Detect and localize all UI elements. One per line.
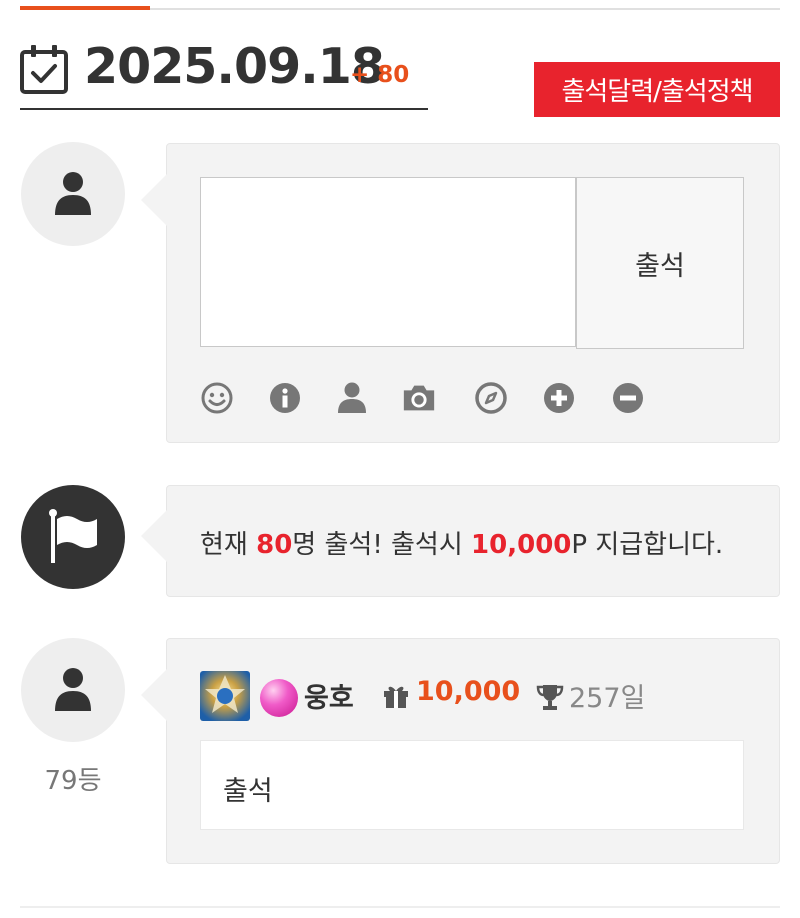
notice-prefix: 현재 (200, 530, 257, 560)
flag-avatar (21, 485, 125, 589)
comment-input[interactable] (200, 177, 576, 347)
compass-icon[interactable] (473, 380, 509, 416)
user-icon (55, 668, 91, 711)
level-badge-icon (260, 679, 298, 717)
plus-circle-icon[interactable] (541, 380, 577, 416)
gift-icon (384, 686, 408, 708)
attendance-entry: 웅호 10,000 257일 출석 (141, 638, 780, 864)
entry-user-row: 웅호 10,000 257일 (200, 671, 700, 721)
notice-text: 현재 80명 출석! 출석시 10,000P 지급합니다. (200, 524, 723, 561)
entry-comment-box: 출석 (200, 740, 744, 830)
entry-comment: 출석 (223, 776, 273, 807)
notice-count: 80 (256, 530, 293, 560)
smiley-icon[interactable] (199, 380, 235, 416)
info-icon[interactable] (267, 380, 303, 416)
attend-submit-button[interactable]: 출석 (576, 177, 744, 349)
avatar (21, 142, 125, 246)
user-name[interactable]: 웅호 (304, 676, 354, 715)
calendar-check-icon (20, 45, 68, 94)
camera-icon[interactable] (401, 380, 437, 416)
attendance-count-plus: + 80 (350, 62, 410, 88)
top-accent-bar (20, 6, 150, 10)
attendance-days: 257일 (569, 683, 646, 714)
trophy-icon (536, 685, 564, 710)
user-icon[interactable] (334, 380, 370, 416)
compose-panel: 출석 (141, 143, 780, 443)
attendance-policy-button[interactable]: 출석달력/출석정책 (534, 62, 780, 117)
bottom-divider (20, 906, 780, 908)
entry-points: 10,000 (416, 676, 521, 707)
date-header: 2025.09.18 + 80 (20, 38, 428, 110)
notice-middle: 명 출석! 출석시 (292, 530, 472, 560)
notice-points: 10,000 (471, 530, 572, 560)
minus-circle-icon[interactable] (610, 380, 646, 416)
flag-icon (49, 509, 97, 563)
notice-suffix: P 지급합니다. (571, 530, 724, 560)
user-icon (55, 172, 91, 215)
entry-rank: 79등 (44, 766, 102, 796)
entry-avatar (21, 638, 125, 742)
user-profile-image[interactable] (200, 671, 250, 721)
attendance-date: 2025.09.18 (84, 38, 385, 95)
attendance-notice: 현재 80명 출석! 출석시 10,000P 지급합니다. (141, 485, 780, 597)
